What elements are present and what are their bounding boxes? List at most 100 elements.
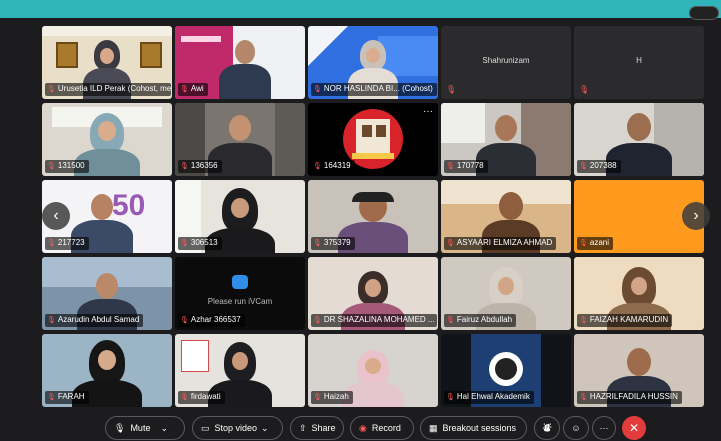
mic-muted-icon: 🎙 <box>579 394 588 401</box>
participant-tile[interactable]: H 🎙 <box>574 26 704 99</box>
participant-name: 🎙 136356 <box>178 160 222 173</box>
leave-meeting-button[interactable]: ✕ <box>622 416 646 440</box>
close-icon: ✕ <box>628 421 640 435</box>
mic-muted-icon: 🎙 <box>579 85 590 94</box>
participant-name: 🎙 217723 <box>45 237 89 250</box>
next-page-arrow-icon[interactable]: › <box>682 202 710 230</box>
mic-muted-icon: 🎙 <box>446 163 455 170</box>
participant-name: 🎙 207388 <box>577 160 621 173</box>
participant-tile[interactable]: 🎙 FARAH <box>42 334 172 407</box>
participant-tile[interactable]: 🎙 136356 <box>175 103 305 176</box>
record-button[interactable]: ◉ Record <box>350 416 414 440</box>
mic-muted-icon: 🎙 <box>47 86 56 93</box>
mic-muted-icon: 🎙 <box>446 394 455 401</box>
participant-tile[interactable]: 🎙 Awi <box>175 26 305 99</box>
participant-tile[interactable]: 🎙 131500 <box>42 103 172 176</box>
participant-tile[interactable]: 🎙 Fairuz Abdullah <box>441 257 571 330</box>
mic-muted-icon: 🎙 <box>180 86 189 93</box>
mic-muted-icon: 🎙 <box>579 240 588 247</box>
participant-tile[interactable]: 🎙 Haizah <box>308 334 438 407</box>
mic-muted-icon: 🎙 <box>313 86 322 93</box>
participant-tile[interactable]: 🎙 NOR HASLINDA BI... (Cohost) <box>308 26 438 99</box>
participant-name: 🎙 FARAH <box>45 391 89 404</box>
video-camera-icon: ▭ <box>201 423 210 433</box>
chevron-down-icon[interactable]: ⌄ <box>160 423 168 433</box>
participant-name: Shahrunizam <box>482 56 530 65</box>
mic-muted-icon: 🎙 <box>446 240 455 247</box>
participant-name: 🎙 HAZRILFADILA HUSSIN <box>577 391 682 404</box>
participant-tile[interactable]: 🎙 Hal Ehwal Akademik <box>441 334 571 407</box>
more-options-button[interactable]: ··· <box>592 416 616 440</box>
participants-button[interactable]: ⛇ <box>534 416 560 440</box>
reactions-button[interactable]: ☺ <box>563 416 589 440</box>
mic-muted-icon: 🎙 <box>47 240 56 247</box>
more-options-icon: ··· <box>599 423 609 433</box>
participant-tile[interactable]: Please run iVCam 🎙 Azhar 366537 <box>175 257 305 330</box>
participant-tile[interactable]: Shahrunizam 🎙 <box>441 26 571 99</box>
mic-muted-icon: 🎙 <box>313 163 322 170</box>
mic-muted-icon: 🎙 <box>313 317 322 324</box>
mic-muted-icon: 🎙 <box>180 163 189 170</box>
more-options-icon[interactable]: ··· <box>423 106 433 117</box>
participant-tile[interactable]: 🎙 Urusetia ILD Perak (Cohost, me) <box>42 26 172 99</box>
participant-name: 🎙 azani <box>577 237 614 250</box>
mic-muted-icon: 🎙 <box>313 394 322 401</box>
participant-name: 🎙 131500 <box>45 160 89 173</box>
participant-name: 🎙 Fairuz Abdullah <box>444 314 517 327</box>
participant-tile[interactable]: ··· 🎙 164319 <box>308 103 438 176</box>
participant-name: 🎙 NOR HASLINDA BI... (Cohost) <box>311 83 437 96</box>
microphone-icon: 🎙 <box>114 423 126 433</box>
participant-tile[interactable]: 🎙 FAIZAH KAMARUDIN <box>574 257 704 330</box>
emoji-icon: ☺ <box>571 423 581 433</box>
participant-name: 🎙 Awi <box>178 83 208 96</box>
participant-name: 🎙 Haizah <box>311 391 353 404</box>
mic-muted-icon: 🎙 <box>579 317 588 324</box>
mic-muted-icon: 🎙 <box>180 394 189 401</box>
mic-muted-icon: 🎙 <box>446 85 457 94</box>
ivcam-message: Please run iVCam <box>207 297 273 306</box>
share-button[interactable]: ⇧ Share <box>290 416 344 440</box>
participant-name: 🎙 FAIZAH KAMARUDIN <box>577 314 673 327</box>
participant-name: 🎙 Urusetia ILD Perak (Cohost, me) <box>45 83 171 96</box>
participant-tile[interactable]: 🎙 DR SHAZALINA MOHAMED ... <box>308 257 438 330</box>
mic-muted-icon: 🎙 <box>47 163 56 170</box>
participant-tile[interactable]: 🎙 HAZRILFADILA HUSSIN <box>574 334 704 407</box>
participant-name: 🎙 375379 <box>311 237 355 250</box>
participants-icon: ⛇ <box>542 423 552 433</box>
participant-tile[interactable]: 🎙 306513 <box>175 180 305 253</box>
participant-tile[interactable]: 🎙 Azarudin Abdul Samad <box>42 257 172 330</box>
record-icon: ◉ <box>359 423 367 433</box>
mic-muted-icon: 🎙 <box>47 394 56 401</box>
window-control[interactable] <box>689 6 719 20</box>
share-icon: ⇧ <box>299 423 307 433</box>
participant-name: 🎙 firdawati <box>178 391 225 404</box>
participant-name: 🎙 170778 <box>444 160 488 173</box>
participant-name: 🎙 Azarudin Abdul Samad <box>45 314 144 327</box>
chevron-down-icon[interactable]: ⌄ <box>261 423 269 433</box>
mic-muted-icon: 🎙 <box>313 240 322 247</box>
mic-muted-icon: 🎙 <box>47 317 56 324</box>
participant-name: 🎙 164319 <box>311 160 355 173</box>
participant-name: H <box>636 56 642 65</box>
mute-button[interactable]: 🎙 Mute ⌄ <box>105 416 185 440</box>
participant-name: 🎙 ASYAARI ELMIZA AHMAD <box>444 237 557 250</box>
mic-muted-icon: 🎙 <box>446 317 455 324</box>
mic-muted-icon: 🎙 <box>579 163 588 170</box>
participant-tile[interactable]: 🎙 207388 <box>574 103 704 176</box>
breakout-sessions-button[interactable]: ▦ Breakout sessions <box>420 416 527 440</box>
meeting-toolbar: 🎙 Mute ⌄ ▭ Stop video ⌄ ⇧ Share ◉ Record ▦ Brea… <box>0 416 721 441</box>
mic-muted-icon: 🎙 <box>180 317 189 324</box>
participant-name: 🎙 Hal Ehwal Akademik <box>444 391 534 404</box>
participant-tile[interactable]: 🎙 ASYAARI ELMIZA AHMAD <box>441 180 571 253</box>
participant-tile[interactable]: 🎙 170778 <box>441 103 571 176</box>
stop-video-button[interactable]: ▭ Stop video ⌄ <box>192 416 283 440</box>
participant-tile[interactable]: 🎙 375379 <box>308 180 438 253</box>
video-grid: 🎙 Urusetia ILD Perak (Cohost, me) 🎙 Awi 🎙 N… <box>42 26 704 410</box>
previous-page-arrow-icon[interactable]: ‹ <box>42 202 70 230</box>
participant-tile[interactable]: 🎙 firdawati <box>175 334 305 407</box>
mic-muted-icon: 🎙 <box>180 240 189 247</box>
participant-name: 🎙 Azhar 366537 <box>178 314 245 327</box>
participant-name: 🎙 DR SHAZALINA MOHAMED ... <box>311 314 437 327</box>
participant-name: 🎙 306513 <box>178 237 222 250</box>
breakout-grid-icon: ▦ <box>429 423 438 433</box>
